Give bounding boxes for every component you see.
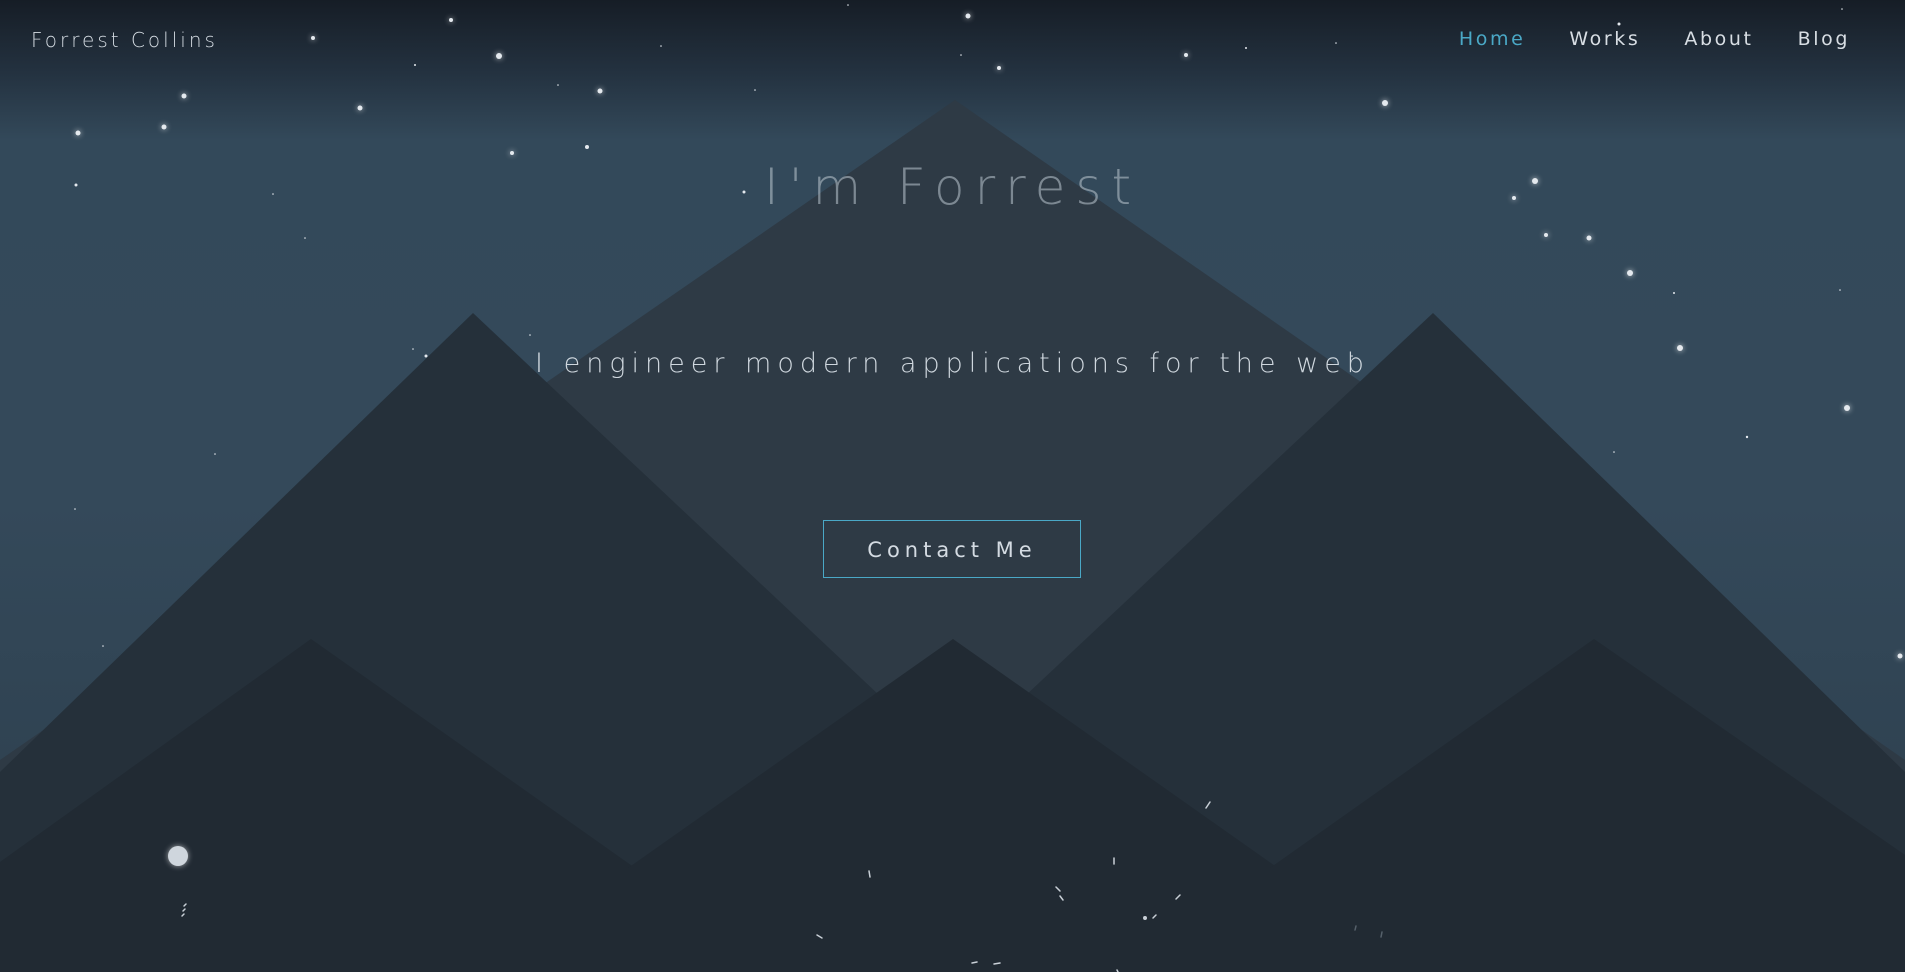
page: Forrest Collins Home Works About Blog I'… xyxy=(0,0,1905,972)
star xyxy=(1335,42,1337,44)
star xyxy=(960,54,962,56)
main-nav: Home Works About Blog xyxy=(1415,28,1850,50)
star xyxy=(496,53,502,59)
star xyxy=(1841,8,1843,10)
hero-title: I'm Forrest xyxy=(763,158,1142,216)
star xyxy=(965,13,971,19)
star xyxy=(75,130,81,136)
star xyxy=(847,4,849,6)
star xyxy=(1613,451,1615,453)
spark xyxy=(971,961,978,964)
star xyxy=(449,18,453,22)
star xyxy=(585,145,589,149)
star xyxy=(1245,47,1247,49)
star xyxy=(311,36,315,40)
star xyxy=(102,645,104,647)
spark xyxy=(1380,931,1383,938)
star xyxy=(1844,405,1850,411)
star xyxy=(1745,435,1749,439)
star xyxy=(660,45,662,47)
nav-about[interactable]: About xyxy=(1684,28,1753,50)
night-mountain-scene xyxy=(0,4,1905,972)
site-brand[interactable]: Forrest Collins xyxy=(31,28,218,52)
star xyxy=(1839,289,1841,291)
contact-me-button[interactable]: Contact Me xyxy=(823,520,1081,578)
nav-blog[interactable]: Blog xyxy=(1798,28,1850,50)
star xyxy=(1617,22,1621,26)
spark xyxy=(993,962,1001,965)
spark xyxy=(1354,925,1357,931)
star xyxy=(1544,233,1548,237)
star xyxy=(74,508,76,510)
star xyxy=(357,105,363,111)
hero-subtitle: I engineer modern applications for the w… xyxy=(535,348,1370,379)
star xyxy=(214,453,216,455)
moon-light xyxy=(168,846,188,866)
spark xyxy=(1143,916,1147,920)
star xyxy=(1586,235,1592,241)
star xyxy=(510,151,514,155)
star xyxy=(557,84,559,86)
star xyxy=(161,124,167,130)
star xyxy=(597,88,603,94)
star xyxy=(1673,292,1675,294)
star xyxy=(181,93,187,99)
star xyxy=(1897,653,1903,659)
star xyxy=(1382,100,1388,106)
star xyxy=(1627,270,1633,276)
spark xyxy=(868,870,871,878)
star xyxy=(1184,53,1188,57)
nav-home[interactable]: Home xyxy=(1459,28,1526,50)
star xyxy=(414,64,416,66)
nav-works[interactable]: Works xyxy=(1569,28,1640,50)
star xyxy=(997,66,1001,70)
star xyxy=(529,334,531,336)
star xyxy=(304,237,306,239)
star xyxy=(754,89,756,91)
